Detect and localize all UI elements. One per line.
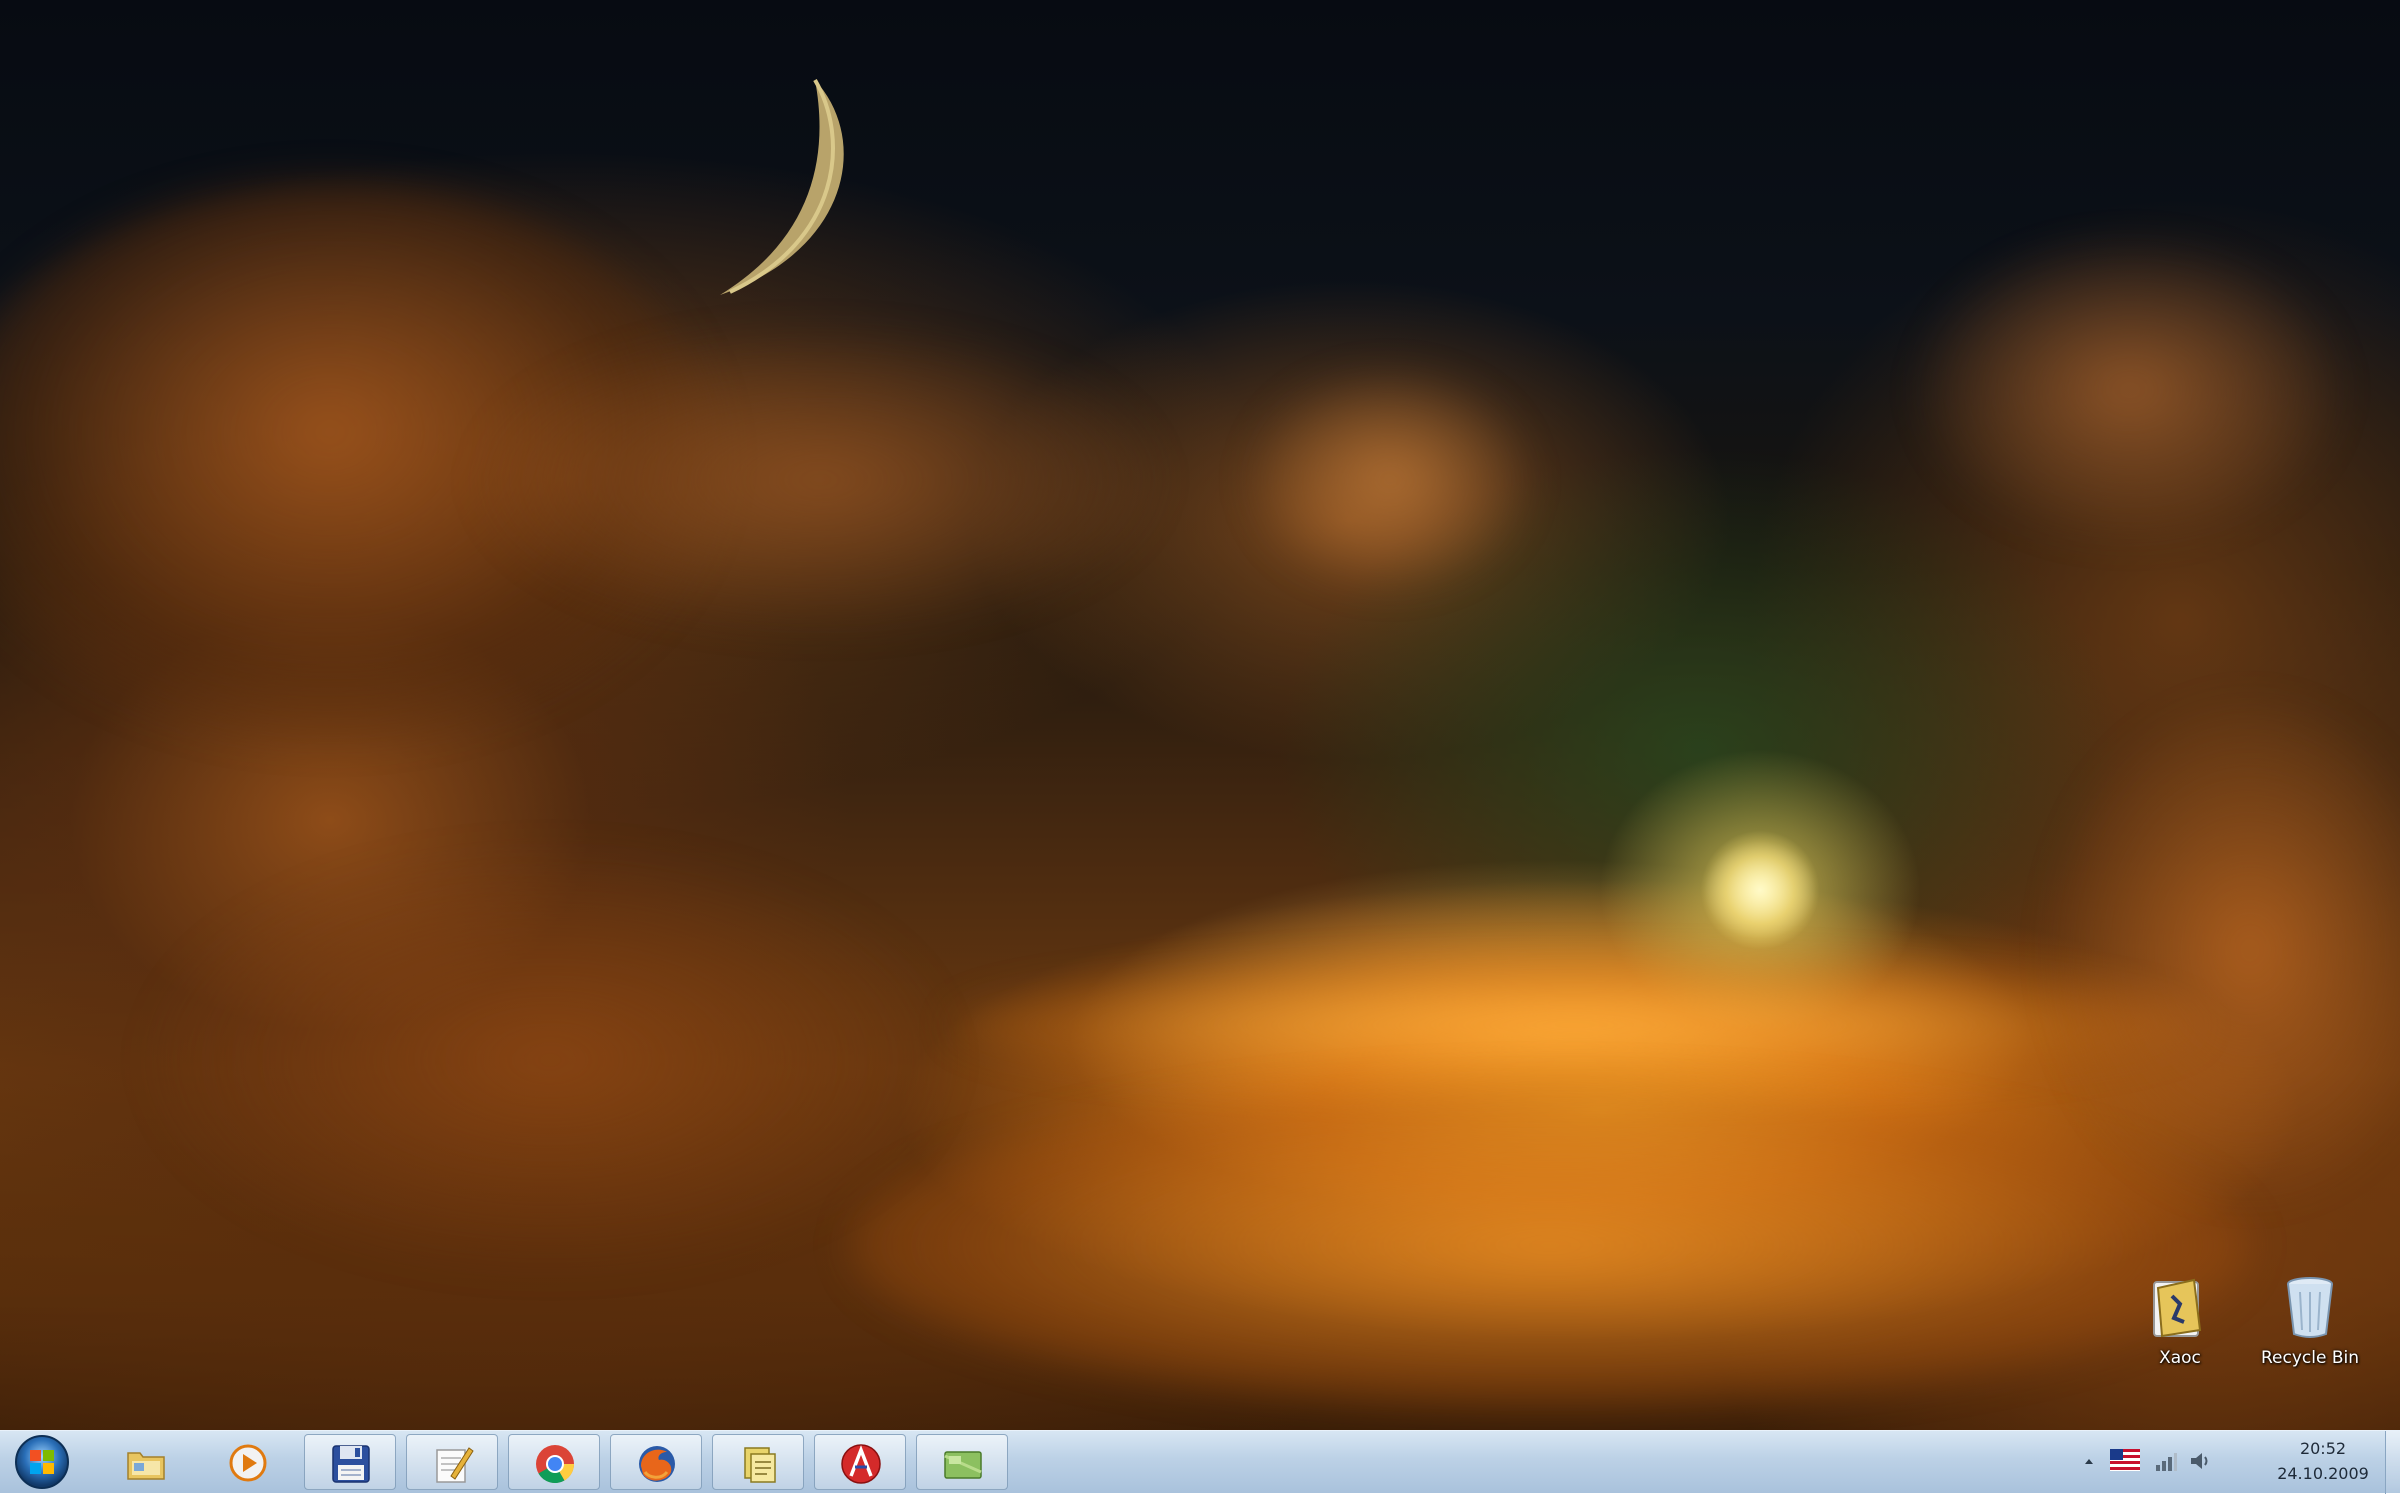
taskbar-button-red-a-app[interactable] <box>814 1434 906 1490</box>
sun-glow <box>1700 830 1820 950</box>
green-app-icon <box>944 1451 982 1479</box>
cloud-puff-right-top <box>1920 240 2340 540</box>
taskbar: 20:52 24.10.2009 <box>0 1430 2400 1494</box>
system-tray: 20:52 24.10.2009 <box>2070 1431 2400 1494</box>
chrome-icon <box>536 1445 575 1484</box>
cloud-band-horizon <box>950 960 2200 1090</box>
clock-time: 20:52 <box>2299 1439 2347 1458</box>
media-player-icon <box>229 1444 267 1482</box>
language-flag-icon[interactable] <box>2110 1449 2140 1471</box>
desktop-icon-recycle-bin[interactable]: Recycle Bin <box>2250 1270 2370 1368</box>
taskbar-button-media-player[interactable] <box>202 1434 294 1490</box>
desktop-icon-label: Recycle Bin <box>2260 1348 2359 1368</box>
desktop-icon-label: Хаос <box>2159 1348 2201 1368</box>
taskbar-button-file-manager[interactable] <box>712 1434 804 1490</box>
windows-explorer-icon <box>127 1452 165 1480</box>
system-clock[interactable]: 20:52 24.10.2009 <box>2268 1436 2378 1486</box>
cloud-sea-lower <box>850 1080 2250 1410</box>
show-desktop-button[interactable] <box>2385 1431 2400 1494</box>
taskbar-button-notepad[interactable] <box>406 1434 498 1490</box>
red-a-app-icon <box>841 1444 881 1484</box>
start-orb-icon[interactable] <box>6 1433 78 1491</box>
taskbar-button-green-app[interactable] <box>916 1434 1008 1490</box>
show-hidden-icons-arrow[interactable] <box>2082 1455 2096 1469</box>
cloud-puff-center <box>1250 370 1530 590</box>
taskbar-button-save[interactable] <box>304 1434 396 1490</box>
taskbar-button-firefox[interactable] <box>610 1434 702 1490</box>
floppy-save-icon <box>332 1445 370 1483</box>
cloud-bank-upper-mid <box>480 330 1160 630</box>
recycle-bin-icon <box>2287 1277 2333 1338</box>
desktop-wallpaper: Хаос Recycle Bin <box>0 0 2400 1430</box>
volume-icon[interactable] <box>2188 1449 2212 1473</box>
firefox-icon <box>639 1446 675 1482</box>
cloud-bank-right <box>2050 700 2400 1200</box>
notepad-pencil-icon <box>436 1447 474 1483</box>
file-manager-icon <box>744 1447 776 1483</box>
desktop-icon-xaoc[interactable]: Хаос <box>2120 1270 2240 1368</box>
network-icon[interactable] <box>2154 1449 2178 1473</box>
clock-date: 24.10.2009 <box>2277 1464 2369 1483</box>
taskbar-button-chrome[interactable] <box>508 1434 600 1490</box>
taskbar-button-explorer[interactable] <box>100 1434 192 1490</box>
folder-icon <box>2153 1278 2202 1338</box>
cloud-bank-lower-left <box>150 850 950 1270</box>
crescent-moon <box>720 78 844 295</box>
